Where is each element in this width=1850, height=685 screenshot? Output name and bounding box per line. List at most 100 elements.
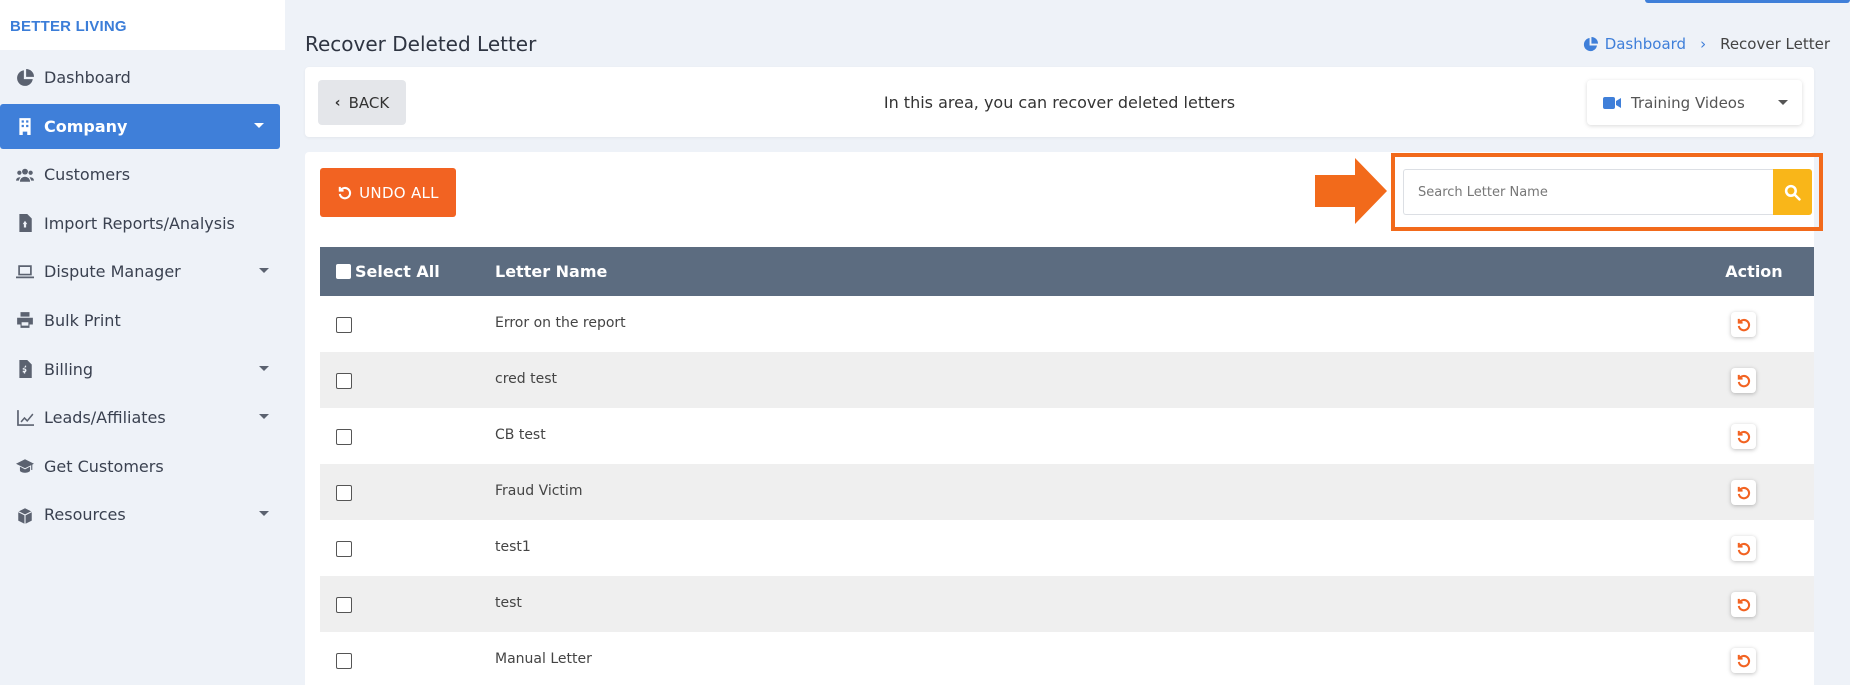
pie-chart-icon	[14, 68, 36, 88]
sidebar-item-get-customers[interactable]: Get Customers	[0, 444, 285, 489]
breadcrumb-dashboard-link[interactable]: Dashboard	[1583, 35, 1686, 53]
table-header: Select All Letter Name Action	[320, 247, 1814, 296]
restore-button[interactable]	[1731, 480, 1756, 505]
restore-button[interactable]	[1731, 648, 1756, 673]
sidebar-item-dispute-manager[interactable]: Dispute Manager	[0, 249, 285, 294]
letter-name-header: Letter Name	[495, 262, 608, 281]
row-checkbox[interactable]	[336, 541, 352, 557]
letter-name: Error on the report	[495, 315, 626, 331]
pointer-arrow-icon	[1315, 158, 1387, 224]
undo-icon	[1737, 430, 1751, 444]
action-header: Action	[1725, 262, 1783, 281]
search-icon	[1784, 184, 1801, 201]
checkbox[interactable]	[336, 264, 351, 279]
sidebar-nav: Dashboard Company Customers Import Reports/…	[0, 55, 285, 541]
restore-button[interactable]	[1731, 592, 1756, 617]
row-checkbox[interactable]	[336, 485, 352, 501]
caret-down-icon	[254, 122, 264, 128]
undo-all-label: UNDO ALL	[359, 183, 439, 202]
table-row: test	[320, 576, 1814, 632]
sidebar-item-company[interactable]: Company	[0, 103, 280, 149]
pie-chart-icon	[1583, 36, 1598, 51]
sidebar-item-customers[interactable]: Customers	[0, 152, 285, 197]
letter-name: test1	[495, 539, 531, 555]
chevron-right-icon: ›	[1700, 35, 1707, 53]
sidebar-item-label: Billing	[44, 359, 94, 379]
restore-button[interactable]	[1731, 536, 1756, 561]
breadcrumb-current: Recover Letter	[1720, 35, 1830, 53]
sidebar-item-dashboard[interactable]: Dashboard	[0, 55, 285, 100]
row-checkbox[interactable]	[336, 373, 352, 389]
file-import-icon	[14, 213, 36, 233]
letters-table: Select All Letter Name Action Error on t…	[320, 247, 1814, 685]
info-bar: ‹ BACK In this area, you can recover del…	[305, 67, 1814, 137]
undo-icon	[1737, 598, 1751, 612]
row-checkbox[interactable]	[336, 597, 352, 613]
search-button[interactable]	[1773, 169, 1812, 215]
sidebar-item-label: Leads/Affiliates	[44, 408, 166, 428]
letter-name: test	[495, 595, 522, 611]
sidebar-item-import-reports-analysis[interactable]: Import Reports/Analysis	[0, 201, 285, 246]
letter-name: Manual Letter	[495, 651, 592, 667]
chart-line-icon	[14, 408, 36, 428]
users-icon	[14, 165, 36, 185]
graduation-cap-icon	[14, 456, 36, 476]
training-videos-dropdown[interactable]: Training Videos	[1587, 80, 1802, 125]
invoice-icon	[14, 359, 36, 379]
video-camera-icon	[1603, 96, 1621, 109]
search-highlight-frame	[1391, 153, 1823, 231]
undo-icon	[1737, 542, 1751, 556]
row-checkbox[interactable]	[336, 429, 352, 445]
letters-panel: UNDO ALL Select All Letter Name Action E…	[305, 152, 1823, 685]
search-input[interactable]	[1403, 169, 1773, 215]
caret-down-icon	[259, 414, 269, 420]
sidebar-item-billing[interactable]: Billing	[0, 347, 285, 392]
undo-all-button[interactable]: UNDO ALL	[320, 168, 456, 217]
laptop-icon	[14, 262, 36, 282]
restore-button[interactable]	[1731, 312, 1756, 337]
table-row: cred test	[320, 352, 1814, 408]
breadcrumb-home-label: Dashboard	[1604, 35, 1687, 53]
caret-down-icon	[1778, 100, 1788, 105]
sidebar-item-label: Get Customers	[44, 456, 164, 476]
letter-name: CB test	[495, 427, 546, 443]
letter-name: Fraud Victim	[495, 483, 583, 499]
table-row: CB test	[320, 408, 1814, 464]
table-row: Manual Letter	[320, 632, 1814, 685]
sidebar-item-label: Customers	[44, 165, 131, 185]
sidebar: BETTER LIVING Dashboard Company Customers I…	[0, 0, 285, 685]
row-checkbox[interactable]	[336, 653, 352, 669]
sidebar-item-label: Dispute Manager	[44, 262, 181, 282]
undo-icon	[1737, 374, 1751, 388]
sidebar-item-label: Resources	[44, 505, 126, 525]
printer-icon	[14, 310, 36, 330]
sidebar-item-leads-affiliates[interactable]: Leads/Affiliates	[0, 395, 285, 440]
select-all-label: Select All	[355, 262, 440, 281]
sidebar-item-label: Company	[44, 116, 128, 136]
sidebar-item-bulk-print[interactable]: Bulk Print	[0, 298, 285, 343]
restore-button[interactable]	[1731, 424, 1756, 449]
caret-down-icon	[259, 365, 269, 371]
undo-icon	[1737, 486, 1751, 500]
top-accent-bar	[1645, 0, 1850, 3]
sidebar-item-label: Import Reports/Analysis	[44, 213, 235, 233]
undo-icon	[1737, 654, 1751, 668]
caret-down-icon	[259, 268, 269, 274]
building-icon	[14, 116, 36, 136]
page-title: Recover Deleted Letter	[305, 32, 537, 56]
undo-icon	[338, 186, 352, 200]
table-row: Error on the report	[320, 296, 1814, 352]
table-body: Error on the report cred test CB test Fraud…	[320, 296, 1814, 685]
undo-icon	[1737, 318, 1751, 332]
select-all-checkbox[interactable]: Select All	[336, 262, 440, 281]
restore-button[interactable]	[1731, 368, 1756, 393]
caret-down-icon	[259, 511, 269, 517]
brand-name: BETTER LIVING	[10, 18, 127, 35]
box-icon	[14, 505, 36, 525]
sidebar-item-resources[interactable]: Resources	[0, 492, 285, 537]
brand-logo[interactable]: BETTER LIVING	[0, 0, 285, 50]
table-row: Fraud Victim	[320, 464, 1814, 520]
table-row: test1	[320, 520, 1814, 576]
breadcrumb: Dashboard › Recover Letter	[1583, 35, 1830, 53]
row-checkbox[interactable]	[336, 317, 352, 333]
